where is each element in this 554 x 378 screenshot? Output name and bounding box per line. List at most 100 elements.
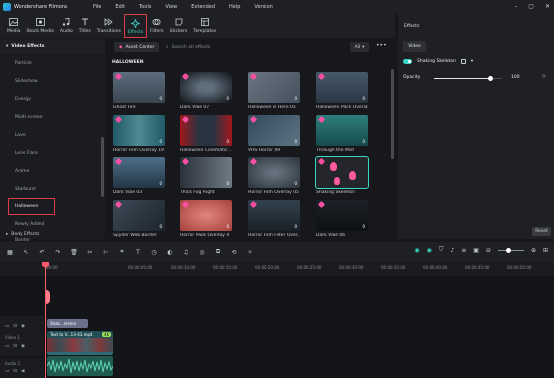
menu-view[interactable]: View: [165, 4, 177, 10]
lock-icon[interactable]: ⊡: [13, 344, 17, 349]
video-effects-header[interactable]: ▾ Video Effects: [0, 39, 105, 54]
effect-card[interactable]: 0 Horror Film Overlay 19: [113, 115, 165, 153]
audio-adjust-icon[interactable]: ♫: [182, 249, 190, 256]
menu-help[interactable]: Help: [229, 4, 240, 10]
effect-card[interactable]: 0 Halloween is Here 05: [248, 72, 300, 110]
body-effects-header[interactable]: ▸ Body Effects: [0, 229, 105, 239]
folder-icon[interactable]: ▭: [5, 344, 9, 349]
lock-icon[interactable]: ⊡: [13, 369, 17, 374]
eye-icon[interactable]: ◉: [21, 324, 25, 329]
color-icon[interactable]: ◐: [166, 249, 174, 256]
delete-icon[interactable]: 🗑: [70, 249, 78, 256]
tab-video[interactable]: Video: [403, 41, 426, 52]
effect-card[interactable]: Shaking Skeleton: [315, 156, 369, 195]
category-slideshow[interactable]: Slideshow: [0, 72, 105, 90]
asset-center-button[interactable]: ◆ Asset Center: [114, 42, 160, 52]
category-energy[interactable]: Energy: [0, 90, 105, 108]
menu-version[interactable]: Version: [254, 4, 272, 10]
effect-card[interactable]: 0 Horror Pack Overlay 4: [180, 200, 232, 238]
effect-card[interactable]: 0 VHS Horror 09: [248, 115, 300, 153]
render-icon[interactable]: ◉: [414, 247, 419, 254]
playhead[interactable]: [45, 262, 46, 378]
folder-icon[interactable]: ▭: [5, 324, 9, 329]
opacity-slider-handle[interactable]: [488, 76, 493, 81]
timeline-ruler[interactable]: 00:00 00:00:05:00 00:00:10:00 00:00:15:0…: [0, 262, 554, 276]
audio-clip[interactable]: [47, 356, 113, 376]
effect-card[interactable]: 0 Dark Vibe 06: [316, 200, 368, 238]
more-options-icon[interactable]: •••: [376, 42, 387, 49]
opacity-slider-track[interactable]: [434, 78, 490, 79]
checkbox-icon[interactable]: [460, 59, 466, 64]
menu-extended[interactable]: Extended: [191, 4, 215, 10]
tab-filters[interactable]: Filters: [147, 14, 167, 38]
maximize-icon[interactable]: ▢: [528, 3, 534, 10]
category-love[interactable]: Love: [0, 126, 105, 144]
zoom-out-icon[interactable]: ⊖: [486, 247, 491, 254]
grid-scrollbar[interactable]: [391, 69, 394, 159]
cut-icon[interactable]: ✂: [86, 249, 94, 256]
effect-card[interactable]: 0 Dark Vibe 03: [113, 157, 165, 195]
speed-icon[interactable]: ◷: [150, 249, 158, 256]
filter-dropdown[interactable]: All ▾: [350, 42, 369, 52]
effect-card[interactable]: 0 Through the Mist: [316, 115, 368, 153]
sidebar-scrollbar[interactable]: [101, 137, 104, 197]
category-halloween[interactable]: Halloween: [8, 198, 55, 215]
effects-tool-icon[interactable]: ✧: [246, 249, 254, 256]
effect-card[interactable]: 0 Halloween Pack Overlay: [316, 72, 368, 110]
select-arrow-icon[interactable]: ↖: [22, 249, 30, 256]
chevron-down-icon[interactable]: ▾: [471, 59, 473, 64]
split-icon[interactable]: ⊢: [102, 249, 110, 256]
effect-clip[interactable]: Shak...eleton: [47, 319, 88, 328]
layout-icon[interactable]: ▦: [6, 249, 14, 256]
redo-icon[interactable]: ↷: [54, 249, 62, 256]
category-starburst[interactable]: Starburst: [0, 180, 105, 198]
effect-card[interactable]: 0 Ghost Fire: [113, 72, 165, 110]
keyframe-icon[interactable]: ◇: [542, 74, 545, 79]
tab-stock-media[interactable]: Stock Media: [24, 14, 57, 38]
category-multi-screen[interactable]: Multi-screen: [0, 108, 105, 126]
text-icon[interactable]: T: [134, 249, 142, 256]
tab-audio[interactable]: Audio: [57, 14, 76, 38]
effect-card[interactable]: 0 Halloween Cinematic ...: [180, 115, 232, 153]
category-lens-flare[interactable]: Lens Flare: [0, 144, 105, 162]
shield-icon[interactable]: ⛉: [439, 246, 444, 254]
motion-icon[interactable]: ⟲: [230, 249, 238, 256]
mic-icon[interactable]: ♪: [450, 247, 454, 254]
effect-card[interactable]: 0 Thick Fog Right: [180, 157, 232, 195]
menu-edit[interactable]: Edit: [115, 4, 125, 10]
effect-card[interactable]: 0 Dark Vibe 07: [180, 72, 232, 110]
tab-titles[interactable]: Titles: [76, 14, 94, 38]
tab-effects[interactable]: Effects: [123, 14, 148, 38]
menu-file[interactable]: File: [93, 4, 101, 10]
effect-enable-toggle[interactable]: [403, 59, 412, 64]
folder-icon[interactable]: ▭: [5, 369, 9, 374]
minimize-icon[interactable]: –: [514, 3, 517, 10]
stabilize-icon[interactable]: ⧉: [214, 248, 222, 256]
snapshot-icon[interactable]: ▣: [473, 247, 479, 254]
zoom-in-icon[interactable]: ⊕: [531, 247, 536, 254]
speaker-icon[interactable]: ◀: [21, 369, 24, 374]
category-anime[interactable]: Anime: [0, 162, 105, 180]
lock-icon[interactable]: ⊡: [13, 324, 17, 329]
undo-icon[interactable]: ↶: [38, 249, 46, 256]
close-icon[interactable]: ✕: [545, 3, 550, 10]
effect-card[interactable]: 0 Horror Film Overlay 05: [248, 157, 300, 195]
crop-icon[interactable]: ⌗: [118, 248, 126, 256]
list-icon[interactable]: ≡: [461, 247, 466, 254]
effect-card[interactable]: 0 Horror Film Filter Over...: [248, 200, 300, 238]
tab-stickers[interactable]: Stickers: [167, 14, 191, 38]
ai-icon[interactable]: ◉: [427, 247, 432, 254]
category-particle[interactable]: Particle: [0, 54, 105, 72]
opacity-value[interactable]: 100: [511, 75, 520, 80]
eye-icon[interactable]: ◉: [21, 344, 25, 349]
effect-card[interactable]: 0 Spyder Web Border: [113, 200, 165, 238]
tab-media[interactable]: Media: [4, 14, 24, 38]
reset-button[interactable]: Reset: [532, 227, 551, 236]
tab-transitions[interactable]: Transitions: [94, 14, 124, 38]
search-input[interactable]: ⌕ Search all effects: [166, 42, 346, 52]
menu-tools[interactable]: Tools: [139, 4, 151, 10]
zoom-slider-handle[interactable]: [505, 247, 511, 253]
mask-icon[interactable]: ◎: [198, 249, 206, 256]
zoom-slider[interactable]: [497, 247, 524, 253]
tab-templates[interactable]: Templates: [190, 14, 219, 38]
